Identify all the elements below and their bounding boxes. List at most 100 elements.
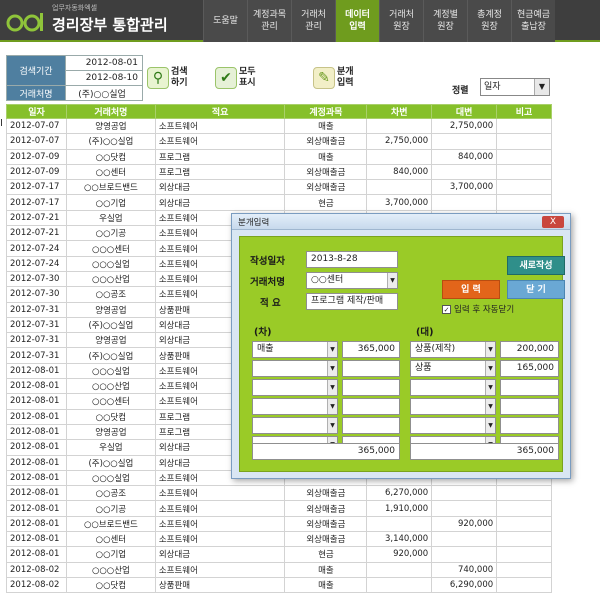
debit-account-select[interactable]: ▼ xyxy=(252,398,338,415)
cell-credit[interactable] xyxy=(431,194,498,211)
cell-note[interactable] xyxy=(496,179,552,196)
cell-partner[interactable]: ○○닷컴 xyxy=(65,148,156,165)
table-row[interactable]: 2012-07-17 ○○브로드밴드 외상대금 외상매출금 3,700,000 xyxy=(6,179,552,196)
table-row[interactable]: 2012-08-01 ○○브로드밴드 소프트웨어 외상매출금 920,000 xyxy=(6,515,552,533)
cell-partner[interactable]: (주)○○실업 xyxy=(65,347,156,364)
cell-account[interactable]: 매출 xyxy=(284,148,368,165)
cell-partner[interactable]: (주)○○실업 xyxy=(65,316,156,334)
debit-amount-input[interactable] xyxy=(342,379,400,396)
cell-partner[interactable]: 양영공업 xyxy=(65,332,156,349)
cell-partner[interactable]: ○○○실업 xyxy=(65,469,156,487)
cell-note[interactable] xyxy=(496,133,552,150)
debit-account-select[interactable]: 매출 ▼ xyxy=(252,341,338,358)
cell-note[interactable] xyxy=(496,531,552,548)
cell-debit[interactable]: 6,270,000 xyxy=(366,485,433,502)
cell-summary[interactable]: 외상대금 xyxy=(154,194,286,211)
cell-date[interactable]: 2012-07-31 xyxy=(6,316,67,334)
show-all-button[interactable]: ✔ 모두 표시 xyxy=(215,63,256,93)
debit-account-select[interactable]: ▼ xyxy=(252,360,338,377)
table-row[interactable]: 2012-08-01 ○○센터 소프트웨어 외상매출금 3,140,000 xyxy=(6,531,552,548)
table-row[interactable]: 2012-08-01 ○○기공 소프트웨어 외상매출금 1,910,000 xyxy=(6,500,552,517)
auto-close-option[interactable]: ✓ 입력 후 자동닫기 xyxy=(442,303,514,315)
cell-account[interactable]: 현금 xyxy=(284,194,368,211)
credit-account-select[interactable]: 상품(제작) ▼ xyxy=(410,341,496,358)
cell-note[interactable] xyxy=(496,194,552,211)
cell-date[interactable]: 2012-07-24 xyxy=(6,240,67,257)
chevron-down-icon[interactable]: ▼ xyxy=(327,418,337,433)
table-row[interactable]: 2012-08-02 ○○○산업 소프트웨어 매출 740,000 xyxy=(6,561,552,578)
cell-credit[interactable]: 920,000 xyxy=(431,515,498,533)
cell-date[interactable]: 2012-08-01 xyxy=(6,500,67,517)
cell-account[interactable]: 외상매출금 xyxy=(284,515,368,533)
cell-partner[interactable]: ○○○실업 xyxy=(65,362,156,380)
cell-partner[interactable]: 우실업 xyxy=(65,209,156,227)
cell-debit[interactable]: 840,000 xyxy=(366,163,433,181)
cell-debit[interactable]: 3,700,000 xyxy=(366,194,433,211)
cell-credit[interactable] xyxy=(431,531,498,548)
table-row[interactable]: 2012-08-01 ○○기업 외상대금 현금 920,000 xyxy=(6,546,552,563)
cell-date[interactable]: 2012-07-21 xyxy=(6,209,67,227)
cell-credit[interactable] xyxy=(431,133,498,150)
cell-summary[interactable]: 외상대금 xyxy=(154,546,286,563)
summary-input[interactable]: 프로그램 제작/판매 xyxy=(306,293,398,310)
cell-date[interactable]: 2012-07-07 xyxy=(6,117,67,135)
cell-date[interactable]: 2012-07-17 xyxy=(6,194,67,211)
cell-credit[interactable]: 840,000 xyxy=(431,148,498,165)
cell-account[interactable]: 매출 xyxy=(284,561,368,578)
chevron-down-icon[interactable]: ▼ xyxy=(387,273,397,288)
nav-cashbook[interactable]: 현금예금 출납장 xyxy=(511,0,555,42)
chevron-down-icon[interactable]: ▼ xyxy=(327,361,337,376)
cell-note[interactable] xyxy=(496,485,552,502)
credit-amount-input[interactable]: 165,000 xyxy=(500,360,559,377)
cell-date[interactable]: 2012-08-01 xyxy=(6,378,67,395)
cell-date[interactable]: 2012-07-30 xyxy=(6,286,67,303)
cell-date[interactable]: 2012-07-21 xyxy=(6,225,67,242)
input-button[interactable]: 입 력 xyxy=(442,280,500,299)
debit-amount-input[interactable] xyxy=(342,360,400,377)
chevron-down-icon[interactable]: ▼ xyxy=(327,342,337,357)
chevron-down-icon[interactable]: ▼ xyxy=(327,399,337,414)
cell-date[interactable]: 2012-07-17 xyxy=(6,179,67,196)
table-row[interactable]: 2012-07-07 (주)○○실업 소프트웨어 외상매출금 2,750,000 xyxy=(6,133,552,150)
nav-help[interactable]: 도움말 xyxy=(203,0,247,42)
cell-date[interactable]: 2012-08-01 xyxy=(6,439,67,456)
cell-date[interactable]: 2012-08-01 xyxy=(6,515,67,533)
chevron-down-icon[interactable]: ▼ xyxy=(485,342,495,357)
cell-partner[interactable]: ○○○산업 xyxy=(65,378,156,395)
cell-debit[interactable] xyxy=(366,515,433,533)
cell-credit[interactable] xyxy=(431,546,498,563)
table-row[interactable]: 2012-07-09 ○○센터 프로그램 외상매출금 840,000 xyxy=(6,163,552,181)
cell-note[interactable] xyxy=(496,500,552,517)
cell-partner[interactable]: ○○기업 xyxy=(65,194,156,211)
date-to-field[interactable]: 2012-08-10 xyxy=(65,70,143,86)
cell-partner[interactable]: 양영공업 xyxy=(65,117,156,135)
cell-partner[interactable]: 양영공업 xyxy=(65,423,156,441)
chevron-down-icon[interactable]: ▼ xyxy=(485,399,495,414)
cell-date[interactable]: 2012-07-31 xyxy=(6,347,67,364)
cell-partner[interactable]: 우실업 xyxy=(65,439,156,456)
cell-credit[interactable] xyxy=(431,163,498,181)
cell-partner[interactable]: ○○닷컴 xyxy=(65,408,156,425)
cell-date[interactable]: 2012-07-30 xyxy=(6,270,67,288)
cell-summary[interactable]: 외상대금 xyxy=(154,179,286,196)
dialog-titlebar[interactable]: 분개입력 X xyxy=(232,214,570,230)
cell-partner[interactable]: ○○기업 xyxy=(65,546,156,563)
cell-summary[interactable]: 소프트웨어 xyxy=(154,133,286,150)
cell-partner[interactable]: (주)○○실업 xyxy=(65,133,156,150)
cell-partner[interactable]: ○○공조 xyxy=(65,485,156,502)
cell-partner[interactable]: ○○기공 xyxy=(65,500,156,517)
cell-partner[interactable]: ○○○실업 xyxy=(65,255,156,272)
table-row[interactable]: 2012-07-17 ○○기업 외상대금 현금 3,700,000 xyxy=(6,194,552,211)
credit-account-select[interactable]: ▼ xyxy=(410,379,496,396)
cell-credit[interactable] xyxy=(431,485,498,502)
close-icon[interactable]: X xyxy=(542,216,564,228)
chevron-down-icon[interactable]: ▼ xyxy=(534,79,549,95)
cell-date[interactable]: 2012-07-09 xyxy=(6,163,67,181)
cell-debit[interactable]: 2,750,000 xyxy=(366,133,433,150)
cell-account[interactable]: 매출 xyxy=(284,117,368,135)
cell-date[interactable]: 2012-07-31 xyxy=(6,301,67,318)
split-entry-button[interactable]: ✎ 분개 입력 xyxy=(313,63,354,93)
cell-credit[interactable]: 2,750,000 xyxy=(431,117,498,135)
credit-account-select[interactable]: ▼ xyxy=(410,417,496,434)
cell-account[interactable]: 외상매출금 xyxy=(284,179,368,196)
